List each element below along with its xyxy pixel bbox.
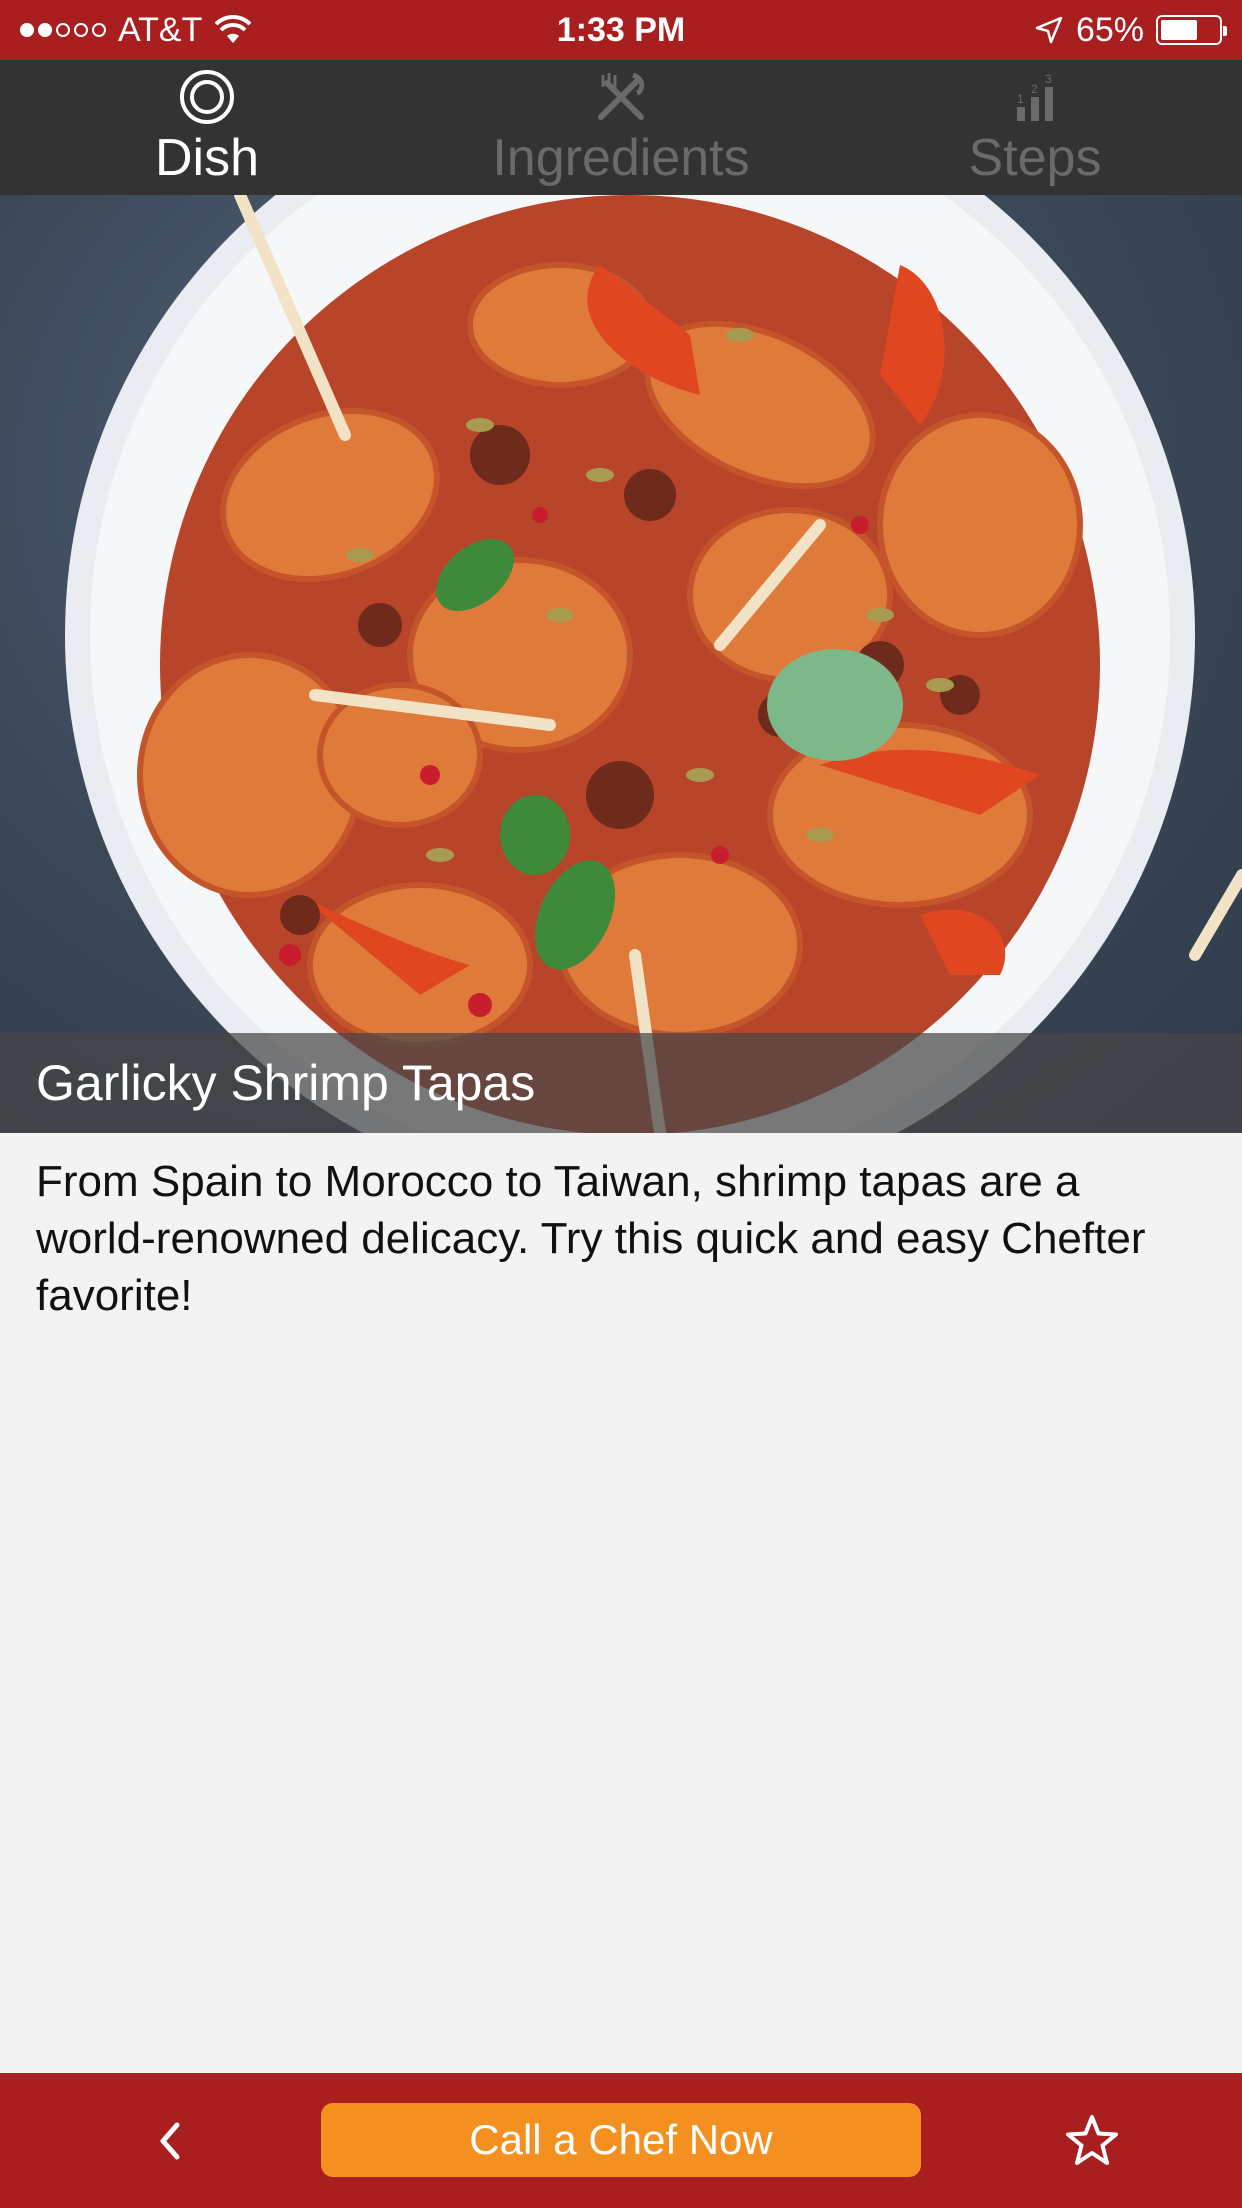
signal-strength-icon: [20, 23, 106, 37]
status-bar: AT&T 1:33 PM 65%: [0, 0, 1242, 60]
status-left: AT&T: [20, 11, 252, 50]
tab-steps[interactable]: 1 2 3 Steps: [828, 60, 1242, 195]
tab-ingredients[interactable]: Ingredients: [414, 60, 828, 195]
tab-dish-label: Dish: [154, 129, 260, 187]
shrimp-bowl-illustration: [65, 195, 1242, 1133]
wifi-icon: [214, 15, 252, 43]
plate-icon: [180, 70, 234, 124]
tab-steps-label: Steps: [968, 129, 1102, 187]
carrier-label: AT&T: [118, 10, 203, 49]
tab-bar: Dish Ingredients 1 2 3 Steps: [0, 60, 1242, 195]
svg-text:2: 2: [1031, 82, 1038, 96]
chevron-left-icon: [160, 2122, 180, 2159]
fork-knife-icon: [598, 72, 645, 120]
battery-percent: 65%: [1075, 10, 1144, 49]
svg-text:3: 3: [1045, 72, 1052, 86]
steps-icon: 1 2 3: [1017, 72, 1053, 121]
status-right: 65%: [1034, 10, 1227, 50]
svg-text:1: 1: [1017, 92, 1024, 106]
favorite-button[interactable]: [1062, 2111, 1122, 2171]
battery-icon: [1156, 15, 1227, 45]
bottom-bar: Call a Chef Now: [0, 2073, 1242, 2208]
dish-title: Garlicky Shrimp Tapas: [36, 1055, 536, 1111]
tab-dish[interactable]: Dish: [0, 60, 414, 195]
call-chef-button[interactable]: Call a Chef Now: [321, 2103, 921, 2177]
location-arrow-icon: [1035, 16, 1063, 44]
dish-description: From Spain to Morocco to Taiwan, shrimp …: [36, 1157, 1146, 1320]
tab-ingredients-label: Ingredients: [492, 129, 750, 187]
recipe-screen: AT&T 1:33 PM 65% Dish Ingredients 1 2 3 …: [0, 0, 1242, 2208]
star-outline-icon: [1066, 2114, 1118, 2165]
dish-photo: Garlicky Shrimp Tapas: [0, 195, 1242, 1133]
back-button[interactable]: [140, 2111, 200, 2171]
dish-title-bar: Garlicky Shrimp Tapas: [0, 1033, 1242, 1133]
